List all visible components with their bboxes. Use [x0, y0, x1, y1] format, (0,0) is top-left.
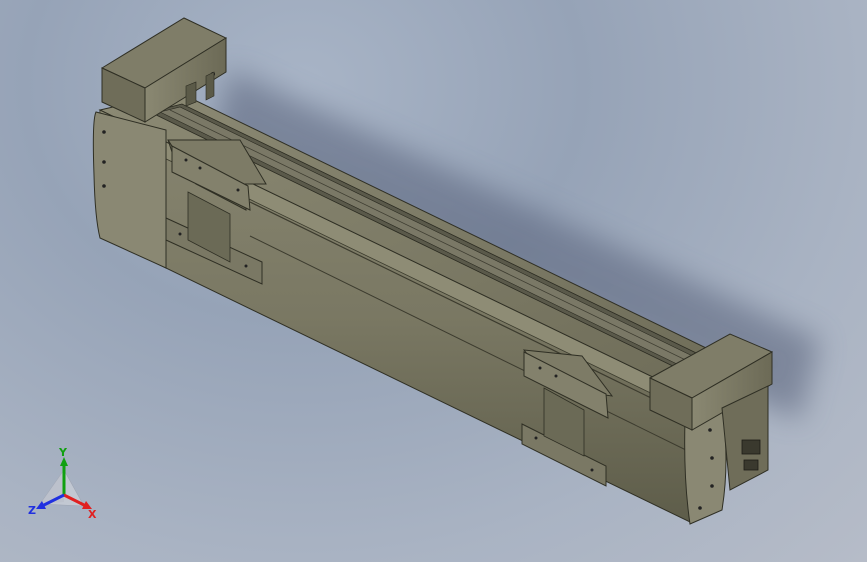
- left-support-post: [185, 81, 197, 107]
- z-axis-label: Z: [28, 504, 36, 517]
- left-carriage-bolt-2: [198, 166, 202, 170]
- connector-port: [741, 439, 761, 455]
- left-plate-bolt-2: [102, 160, 106, 164]
- right-plate-bolt-3: [710, 484, 714, 488]
- left-end-plate: [92, 111, 167, 269]
- right-carriage-bolt-1: [538, 366, 542, 370]
- right-plate-bolt-1: [708, 428, 712, 432]
- cad-viewport[interactable]: Y X Z: [0, 0, 867, 562]
- y-axis-label: Y: [58, 448, 68, 459]
- right-mount-bolt-1: [534, 436, 538, 440]
- linear-actuator-model[interactable]: [0, 0, 867, 562]
- connector-port-2: [743, 459, 759, 471]
- left-plate-bolt-3: [102, 184, 106, 188]
- x-axis-label: X: [88, 508, 97, 521]
- axis-triad: Y X Z: [26, 446, 106, 524]
- right-mount-bolt-2: [590, 468, 594, 472]
- right-plate-bolt-2: [710, 456, 714, 460]
- left-support-post-2: [205, 71, 215, 101]
- left-mount-bolt-2: [244, 264, 248, 268]
- left-carriage-bolt-3: [236, 188, 240, 192]
- left-mount-bolt-1: [178, 232, 182, 236]
- left-plate-bolt-1: [102, 130, 106, 134]
- left-carriage-bolt-1: [184, 158, 188, 162]
- right-plate-bolt-4: [698, 506, 702, 510]
- right-carriage-bolt-2: [554, 374, 558, 378]
